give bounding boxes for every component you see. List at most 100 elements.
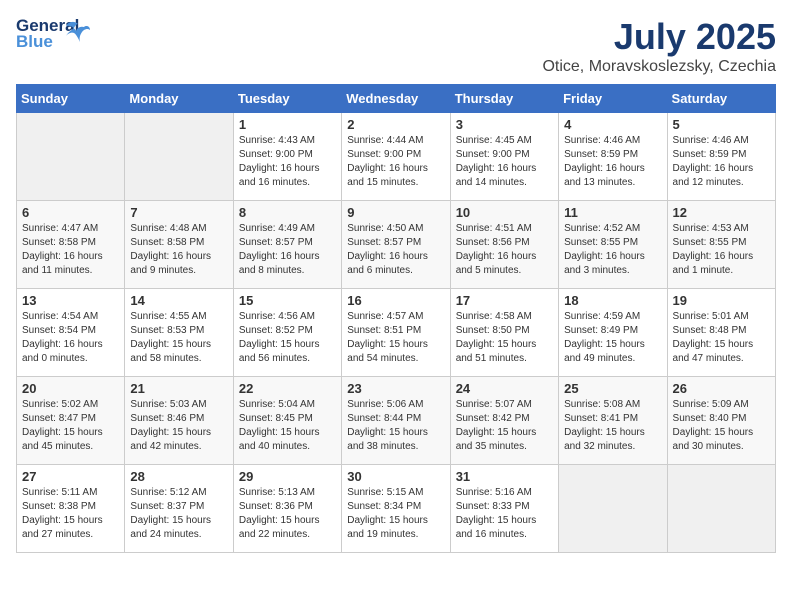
calendar-cell: [17, 113, 125, 201]
calendar-cell: 2 Sunrise: 4:44 AM Sunset: 9:00 PM Daylig…: [342, 113, 450, 201]
calendar-cell: 22 Sunrise: 5:04 AM Sunset: 8:45 PM Dayli…: [233, 377, 341, 465]
calendar-cell: 16 Sunrise: 4:57 AM Sunset: 8:51 PM Dayli…: [342, 289, 450, 377]
day-info: Sunrise: 5:09 AM Sunset: 8:40 PM Dayligh…: [673, 398, 770, 454]
day-number: 29: [239, 469, 336, 484]
day-number: 12: [673, 205, 770, 220]
day-info: Sunrise: 5:01 AM Sunset: 8:48 PM Dayligh…: [673, 310, 770, 366]
calendar-week-row: 13 Sunrise: 4:54 AM Sunset: 8:54 PM Dayli…: [17, 289, 776, 377]
calendar-cell: 19 Sunrise: 5:01 AM Sunset: 8:48 PM Dayli…: [667, 289, 775, 377]
day-number: 19: [673, 293, 770, 308]
day-info: Sunrise: 5:04 AM Sunset: 8:45 PM Dayligh…: [239, 398, 336, 454]
day-number: 6: [22, 205, 119, 220]
page-header: General Blue July 2025 Otice, Moravskosl…: [16, 16, 776, 76]
calendar-cell: 14 Sunrise: 4:55 AM Sunset: 8:53 PM Dayli…: [125, 289, 233, 377]
calendar-cell: 10Sunrise: 4:51 AM Sunset: 8:56 PM Dayli…: [450, 201, 558, 289]
calendar-cell: [125, 113, 233, 201]
day-info: Sunrise: 4:57 AM Sunset: 8:51 PM Dayligh…: [347, 310, 444, 366]
day-info: Sunrise: 5:16 AM Sunset: 8:33 PM Dayligh…: [456, 486, 553, 542]
day-number: 28: [130, 469, 227, 484]
calendar-cell: 12Sunrise: 4:53 AM Sunset: 8:55 PM Dayli…: [667, 201, 775, 289]
day-number: 16: [347, 293, 444, 308]
day-number: 26: [673, 381, 770, 396]
calendar-cell: 1Sunrise: 4:43 AM Sunset: 9:00 PM Daylig…: [233, 113, 341, 201]
day-info: Sunrise: 4:47 AM Sunset: 8:58 PM Dayligh…: [22, 222, 119, 278]
day-number: 8: [239, 205, 336, 220]
day-number: 21: [130, 381, 227, 396]
day-header-tuesday: Tuesday: [233, 85, 341, 113]
day-number: 22: [239, 381, 336, 396]
calendar-week-row: 6 Sunrise: 4:47 AM Sunset: 8:58 PM Daylig…: [17, 201, 776, 289]
day-number: 5: [673, 117, 770, 132]
calendar-table: SundayMondayTuesdayWednesdayThursdayFrid…: [16, 84, 776, 553]
day-number: 2: [347, 117, 444, 132]
day-header-thursday: Thursday: [450, 85, 558, 113]
logo: General Blue: [16, 16, 64, 52]
calendar-cell: 30 Sunrise: 5:15 AM Sunset: 8:34 PM Dayli…: [342, 465, 450, 553]
day-info: Sunrise: 4:51 AM Sunset: 8:56 PM Dayligh…: [456, 222, 553, 278]
calendar-cell: 18 Sunrise: 4:59 AM Sunset: 8:49 PM Dayli…: [559, 289, 667, 377]
day-number: 24: [456, 381, 553, 396]
day-number: 30: [347, 469, 444, 484]
day-header-saturday: Saturday: [667, 85, 775, 113]
day-info: Sunrise: 5:07 AM Sunset: 8:42 PM Dayligh…: [456, 398, 553, 454]
calendar-cell: 6 Sunrise: 4:47 AM Sunset: 8:58 PM Daylig…: [17, 201, 125, 289]
day-number: 31: [456, 469, 553, 484]
calendar-header-row: SundayMondayTuesdayWednesdayThursdayFrid…: [17, 85, 776, 113]
day-info: Sunrise: 4:54 AM Sunset: 8:54 PM Dayligh…: [22, 310, 119, 366]
month-year-title: July 2025: [542, 16, 776, 58]
calendar-cell: 11 Sunrise: 4:52 AM Sunset: 8:55 PM Dayli…: [559, 201, 667, 289]
day-info: Sunrise: 5:13 AM Sunset: 8:36 PM Dayligh…: [239, 486, 336, 542]
day-header-sunday: Sunday: [17, 85, 125, 113]
day-number: 13: [22, 293, 119, 308]
calendar-cell: 24 Sunrise: 5:07 AM Sunset: 8:42 PM Dayli…: [450, 377, 558, 465]
calendar-cell: 28Sunrise: 5:12 AM Sunset: 8:37 PM Dayli…: [125, 465, 233, 553]
day-header-wednesday: Wednesday: [342, 85, 450, 113]
title-area: July 2025 Otice, Moravskoslezsky, Czechi…: [542, 16, 776, 76]
day-info: Sunrise: 4:44 AM Sunset: 9:00 PM Dayligh…: [347, 134, 444, 190]
day-number: 20: [22, 381, 119, 396]
calendar-week-row: 20 Sunrise: 5:02 AM Sunset: 8:47 PM Dayli…: [17, 377, 776, 465]
calendar-cell: 3Sunrise: 4:45 AM Sunset: 9:00 PM Daylig…: [450, 113, 558, 201]
day-header-friday: Friday: [559, 85, 667, 113]
day-info: Sunrise: 4:48 AM Sunset: 8:58 PM Dayligh…: [130, 222, 227, 278]
day-number: 4: [564, 117, 661, 132]
calendar-week-row: 1Sunrise: 4:43 AM Sunset: 9:00 PM Daylig…: [17, 113, 776, 201]
calendar-cell: 25Sunrise: 5:08 AM Sunset: 8:41 PM Dayli…: [559, 377, 667, 465]
day-info: Sunrise: 5:15 AM Sunset: 8:34 PM Dayligh…: [347, 486, 444, 542]
day-info: Sunrise: 5:06 AM Sunset: 8:44 PM Dayligh…: [347, 398, 444, 454]
calendar-cell: 13 Sunrise: 4:54 AM Sunset: 8:54 PM Dayli…: [17, 289, 125, 377]
day-number: 27: [22, 469, 119, 484]
calendar-cell: 26 Sunrise: 5:09 AM Sunset: 8:40 PM Dayli…: [667, 377, 775, 465]
day-info: Sunrise: 5:11 AM Sunset: 8:38 PM Dayligh…: [22, 486, 119, 542]
calendar-cell: [559, 465, 667, 553]
day-info: Sunrise: 4:52 AM Sunset: 8:55 PM Dayligh…: [564, 222, 661, 278]
logo-blue-text: Blue: [16, 32, 53, 52]
calendar-cell: 27 Sunrise: 5:11 AM Sunset: 8:38 PM Dayli…: [17, 465, 125, 553]
calendar-cell: 21 Sunrise: 5:03 AM Sunset: 8:46 PM Dayli…: [125, 377, 233, 465]
calendar-week-row: 27 Sunrise: 5:11 AM Sunset: 8:38 PM Dayli…: [17, 465, 776, 553]
calendar-cell: 29 Sunrise: 5:13 AM Sunset: 8:36 PM Dayli…: [233, 465, 341, 553]
day-info: Sunrise: 4:46 AM Sunset: 8:59 PM Dayligh…: [673, 134, 770, 190]
day-number: 9: [347, 205, 444, 220]
day-number: 11: [564, 205, 661, 220]
day-number: 7: [130, 205, 227, 220]
day-number: 25: [564, 381, 661, 396]
day-info: Sunrise: 5:03 AM Sunset: 8:46 PM Dayligh…: [130, 398, 227, 454]
calendar-cell: 15Sunrise: 4:56 AM Sunset: 8:52 PM Dayli…: [233, 289, 341, 377]
calendar-cell: 23Sunrise: 5:06 AM Sunset: 8:44 PM Dayli…: [342, 377, 450, 465]
day-info: Sunrise: 4:58 AM Sunset: 8:50 PM Dayligh…: [456, 310, 553, 366]
calendar-cell: 31 Sunrise: 5:16 AM Sunset: 8:33 PM Dayli…: [450, 465, 558, 553]
day-number: 14: [130, 293, 227, 308]
day-info: Sunrise: 4:55 AM Sunset: 8:53 PM Dayligh…: [130, 310, 227, 366]
calendar-cell: 5 Sunrise: 4:46 AM Sunset: 8:59 PM Daylig…: [667, 113, 775, 201]
day-number: 15: [239, 293, 336, 308]
calendar-cell: 8 Sunrise: 4:49 AM Sunset: 8:57 PM Daylig…: [233, 201, 341, 289]
day-info: Sunrise: 4:49 AM Sunset: 8:57 PM Dayligh…: [239, 222, 336, 278]
day-info: Sunrise: 4:59 AM Sunset: 8:49 PM Dayligh…: [564, 310, 661, 366]
day-info: Sunrise: 5:02 AM Sunset: 8:47 PM Dayligh…: [22, 398, 119, 454]
logo-bird-icon: [64, 18, 92, 46]
calendar-cell: 9Sunrise: 4:50 AM Sunset: 8:57 PM Daylig…: [342, 201, 450, 289]
day-number: 18: [564, 293, 661, 308]
day-info: Sunrise: 4:43 AM Sunset: 9:00 PM Dayligh…: [239, 134, 336, 190]
day-header-monday: Monday: [125, 85, 233, 113]
